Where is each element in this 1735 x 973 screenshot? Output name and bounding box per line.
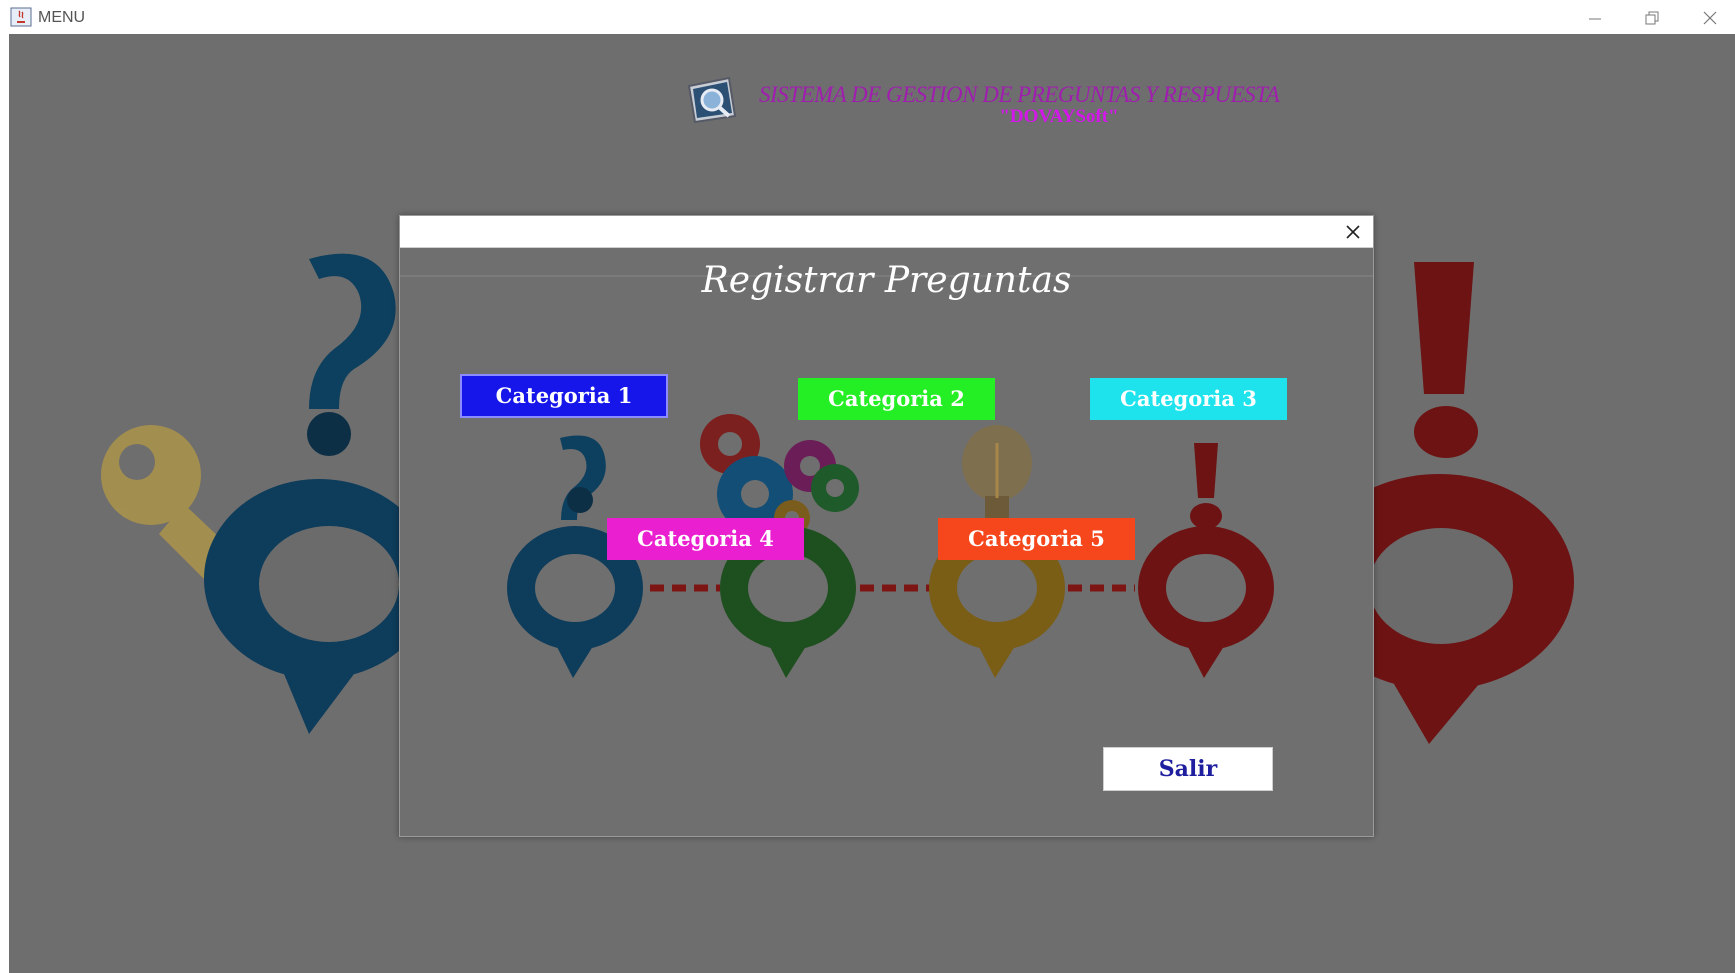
exclamation-pin-icon — [1138, 443, 1274, 678]
registrar-preguntas-dialog: Registrar Preguntas Categoria 1 Categori… — [399, 215, 1374, 837]
dialog-heading: Registrar Preguntas — [701, 260, 1072, 301]
categoria-4-button[interactable]: Categoria 4 — [607, 518, 804, 560]
salir-button[interactable]: Salir — [1103, 747, 1273, 791]
restore-icon — [1645, 11, 1659, 25]
java-app-icon — [10, 7, 32, 27]
categoria-1-button[interactable]: Categoria 1 — [460, 374, 668, 418]
lightbulb-icon — [962, 425, 1032, 522]
system-subtitle: "DOVAYSoft" — [999, 106, 1119, 127]
desktop-background: SISTEMA DE GESTION DE PREGUNTAS Y RESPUE… — [9, 34, 1735, 973]
close-icon — [1346, 225, 1360, 239]
minimize-button[interactable] — [1570, 2, 1620, 32]
magnifier-monitor-icon — [687, 76, 737, 124]
window-titlebar: MENU — [0, 0, 1735, 34]
window-title: MENU — [38, 9, 86, 26]
categoria-3-button[interactable]: Categoria 3 — [1090, 378, 1287, 420]
window-close-button[interactable] — [1685, 2, 1735, 32]
system-title: SISTEMA DE GESTION DE PREGUNTAS Y RESPUE… — [759, 82, 1280, 107]
minimize-icon — [1589, 18, 1601, 20]
categoria-5-button[interactable]: Categoria 5 — [938, 518, 1135, 560]
restore-button[interactable] — [1627, 2, 1677, 32]
categoria-2-button[interactable]: Categoria 2 — [798, 378, 995, 420]
dialog-titlebar — [400, 216, 1373, 248]
dialog-close-button[interactable] — [1340, 220, 1366, 244]
close-icon — [1703, 11, 1717, 25]
